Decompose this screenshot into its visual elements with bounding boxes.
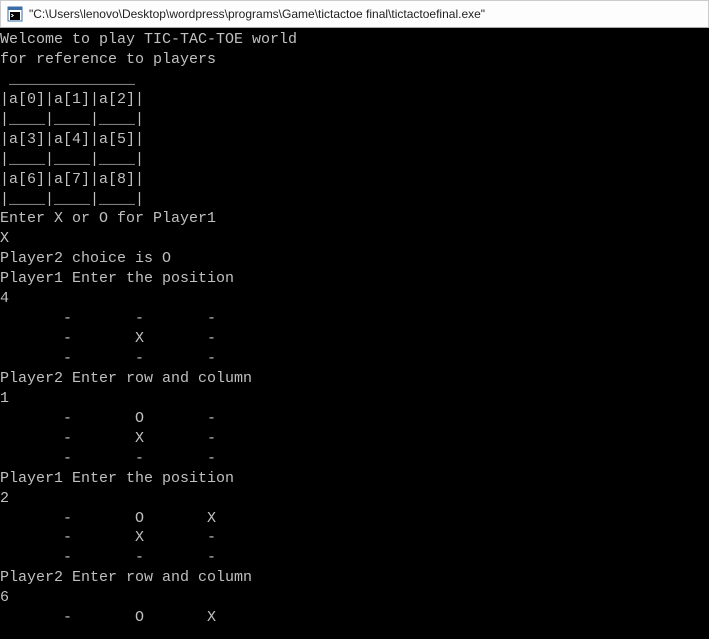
- console-output[interactable]: Welcome to play TIC-TAC-TOE world for re…: [0, 28, 709, 639]
- window-title: "C:\Users\lenovo\Desktop\wordpress\progr…: [29, 7, 485, 21]
- window-titlebar: "C:\Users\lenovo\Desktop\wordpress\progr…: [0, 0, 709, 28]
- console-app-icon: [7, 6, 23, 22]
